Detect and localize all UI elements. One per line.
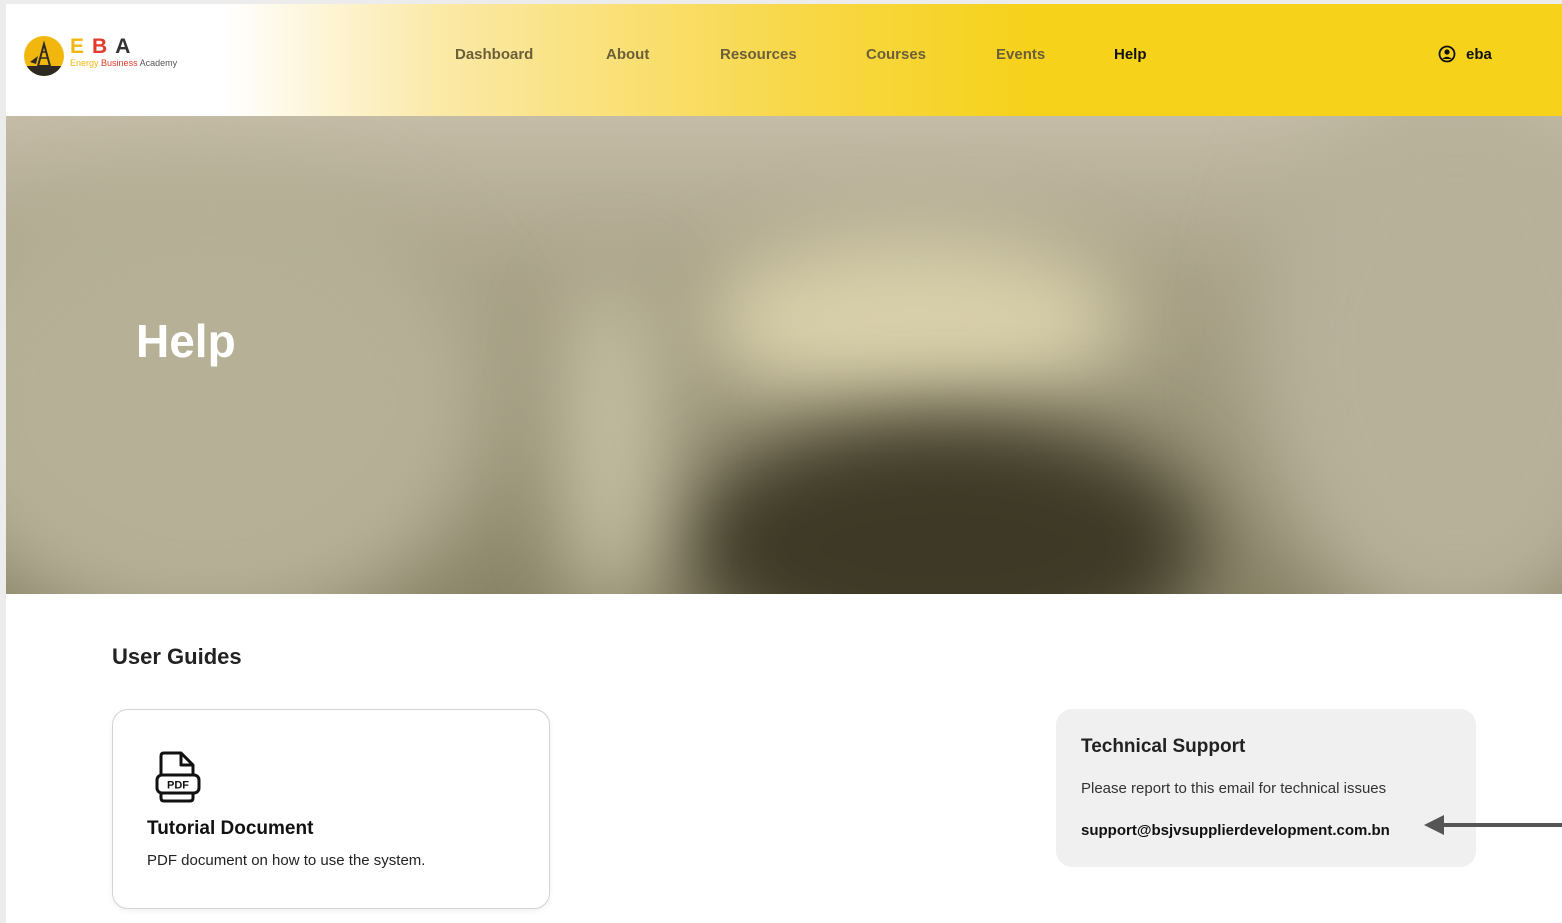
support-title: Technical Support [1081, 736, 1246, 757]
nav-events[interactable]: Events [996, 46, 1045, 63]
hero-banner: Help [6, 116, 1562, 594]
nav-about[interactable]: About [606, 46, 649, 63]
page-title: Help [136, 315, 236, 367]
page: EBA Energy Business Academy Dashboard Ab… [6, 4, 1562, 923]
user-name: eba [1466, 45, 1492, 63]
nav-resources[interactable]: Resources [720, 46, 797, 63]
top-navigation-bar: EBA Energy Business Academy Dashboard Ab… [6, 4, 1562, 116]
nav-dashboard[interactable]: Dashboard [455, 46, 533, 63]
logo-tagline: Energy Business Academy [70, 58, 178, 68]
eba-logo[interactable]: EBA Energy Business Academy [24, 36, 177, 76]
support-description: Please report to this email for technica… [1081, 780, 1387, 797]
support-email-link[interactable]: support@bsjvsupplierdevelopment.com.bn [1081, 822, 1390, 839]
svg-text:PDF: PDF [167, 780, 189, 792]
hero-bg-shape [6, 176, 486, 594]
user-menu[interactable]: eba [1438, 45, 1492, 63]
logo-letters: EBA [70, 35, 139, 58]
user-circle-icon [1438, 45, 1456, 63]
technical-support-panel: Technical Support Please report to this … [1056, 709, 1476, 867]
card-title: Tutorial Document [147, 818, 314, 839]
hero-bg-shape [1256, 116, 1562, 594]
nav-courses[interactable]: Courses [866, 46, 926, 63]
pdf-file-icon: PDF [155, 751, 201, 803]
hero-bg-shape [686, 416, 1206, 594]
tutorial-document-card[interactable]: PDF Tutorial Document PDF document on ho… [112, 709, 550, 909]
oil-rig-logo-icon [24, 36, 64, 76]
card-description: PDF document on how to use the system. [147, 852, 426, 869]
annotation-arrow-icon [1424, 815, 1562, 835]
hero-bg-shape [706, 236, 1126, 406]
hero-bg-shape [566, 276, 656, 594]
nav-help[interactable]: Help [1114, 46, 1147, 63]
user-guides-heading: User Guides [112, 644, 242, 669]
